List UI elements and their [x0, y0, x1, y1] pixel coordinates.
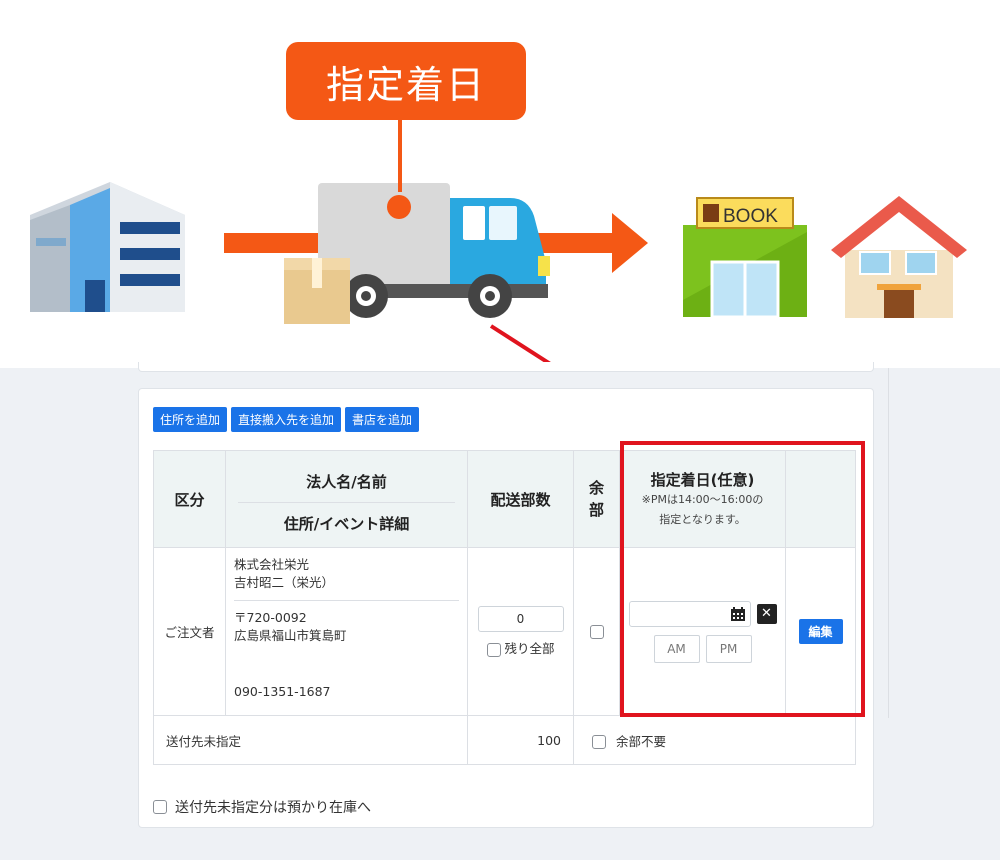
no-surplus-label: 余部不要	[615, 733, 666, 749]
address-divider	[234, 600, 459, 601]
unassigned-label: 送付先未指定	[153, 715, 468, 765]
orderer-person: 吉村昭二（栄光）	[234, 575, 335, 590]
header-category: 区分	[153, 450, 226, 548]
header-name-address: 法人名/名前 住所/イベント詳細	[225, 450, 468, 548]
no-surplus-option[interactable]: 余部不要	[573, 715, 856, 765]
add-bookstore-button[interactable]: 書店を追加	[345, 407, 420, 432]
stock-option[interactable]: 送付先未指定分は預かり在庫へ	[153, 797, 371, 817]
page-root: BOOK 指定着日 住所を追加 直接搬入先を追加 書店を追加 区分 法人名/名前…	[0, 0, 1000, 860]
remaining-all-label: 残り全部	[504, 641, 555, 656]
delivery-date-highlight-box	[620, 441, 865, 717]
header-address: 住所/イベント詳細	[283, 514, 410, 533]
orderer-category: ご注文者	[153, 547, 226, 716]
bookstore-sign-text: BOOK	[723, 206, 778, 227]
previous-card-edge	[138, 362, 874, 372]
orderer-postal-code: 〒720-0092	[234, 610, 307, 625]
orderer-surplus-cell	[573, 547, 620, 716]
orderer-address: 広島県福山市箕島町	[234, 628, 347, 643]
surplus-checkbox[interactable]	[589, 624, 604, 639]
header-surplus: 余部	[573, 450, 620, 548]
sidebar-divider	[888, 368, 889, 718]
warehouse-icon	[30, 182, 185, 312]
stock-checkbox-label: 送付先未指定分は預かり在庫へ	[175, 800, 371, 816]
table-row-unassigned: 送付先未指定 100 余部不要	[153, 715, 856, 765]
header-name: 法人名/名前	[238, 465, 455, 503]
delivery-illustration: BOOK 指定着日	[0, 0, 1000, 368]
add-direct-delivery-button[interactable]: 直接搬入先を追加	[231, 407, 342, 432]
orderer-phone: 090-1351-1687	[234, 684, 331, 699]
callout-stem	[398, 120, 402, 192]
house-icon	[831, 196, 967, 318]
remaining-all-option[interactable]: 残り全部	[468, 638, 573, 657]
add-destination-toolbar: 住所を追加 直接搬入先を追加 書店を追加	[153, 407, 420, 432]
bookstore-icon: BOOK	[683, 197, 807, 319]
quantity-input[interactable]: 0	[477, 606, 564, 632]
orderer-quantity-cell: 0 残り全部	[467, 547, 574, 716]
package-box-icon	[284, 258, 350, 324]
callout-dot	[387, 195, 411, 219]
unassigned-quantity: 100	[467, 715, 574, 765]
no-surplus-checkbox[interactable]	[592, 735, 606, 749]
remaining-all-checkbox[interactable]	[486, 642, 501, 657]
orderer-address-cell: 株式会社栄光 吉村昭二（栄光） 〒720-0092 広島県福山市箕島町 090-…	[225, 547, 468, 716]
callout-label: 指定着日	[286, 42, 526, 120]
orderer-company: 株式会社栄光	[234, 557, 310, 572]
header-quantity: 配送部数	[467, 450, 574, 548]
stock-checkbox[interactable]	[153, 800, 167, 814]
add-address-button[interactable]: 住所を追加	[153, 407, 228, 432]
